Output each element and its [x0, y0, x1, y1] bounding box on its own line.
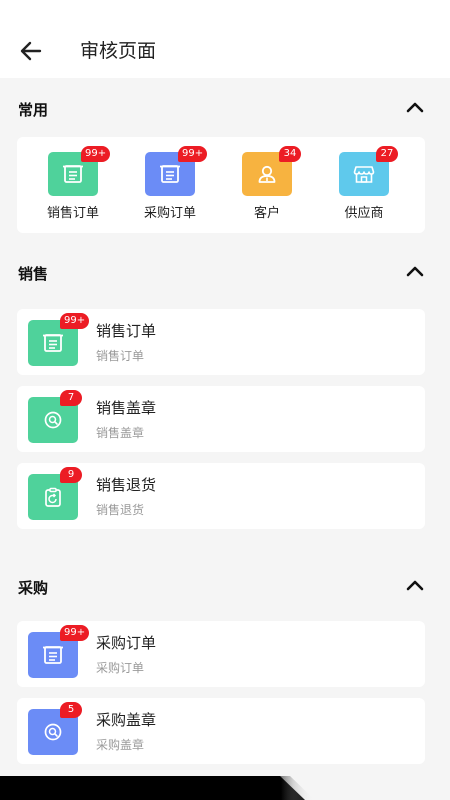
- chevron-up-icon[interactable]: [405, 264, 425, 278]
- badge-count: 99+: [60, 313, 90, 329]
- quick-item-label: 采购订单: [143, 206, 196, 221]
- section-title-common: 常用: [18, 101, 49, 119]
- back-arrow-icon[interactable]: [18, 38, 44, 64]
- quick-item-purchase-order[interactable]: 99+ 采购订单: [125, 137, 215, 233]
- badge-count: 7: [60, 390, 82, 406]
- list-item-sales-stamp[interactable]: 7 销售盖章 销售盖章: [17, 386, 425, 452]
- list-item-purchase-stamp[interactable]: 5 采购盖章 采购盖章: [17, 698, 425, 764]
- app-header: 审核页面: [0, 0, 450, 78]
- quick-item-label: 销售订单: [46, 206, 99, 221]
- quick-item-sales-order[interactable]: 99+ 销售订单: [28, 137, 118, 233]
- list-item-subtitle: 销售订单: [96, 349, 145, 363]
- badge-count: 5: [60, 702, 82, 718]
- page-title: 审核页面: [80, 40, 157, 62]
- common-quick-card: 99+ 销售订单 99+ 采购订单 34 客户 27 供应商: [17, 137, 425, 233]
- section-title-sales: 销售: [18, 265, 49, 283]
- list-item-title: 销售盖章: [96, 399, 157, 417]
- badge-count: 99+: [178, 146, 208, 162]
- list-item-subtitle: 销售退货: [96, 503, 145, 517]
- list-item-sales-order[interactable]: 99+ 销售订单 销售订单: [17, 309, 425, 375]
- list-item-sales-return[interactable]: 9 销售退货 销售退货: [17, 463, 425, 529]
- list-item-title: 采购订单: [96, 634, 157, 652]
- list-item-title: 销售退货: [96, 476, 157, 494]
- badge-count: 99+: [81, 146, 111, 162]
- list-item-title: 采购盖章: [96, 711, 157, 729]
- quick-item-supplier[interactable]: 27 供应商: [319, 137, 409, 233]
- badge-count: 99+: [60, 625, 90, 641]
- list-item-title: 销售订单: [96, 322, 157, 340]
- quick-item-label: 供应商: [344, 206, 384, 221]
- badge-count: 34: [279, 146, 301, 162]
- list-item-purchase-order[interactable]: 99+ 采购订单 采购订单: [17, 621, 425, 687]
- section-title-purchase: 采购: [18, 579, 49, 597]
- badge-count: 27: [376, 146, 398, 162]
- chevron-up-icon[interactable]: [405, 100, 425, 114]
- quick-item-customer[interactable]: 34 客户: [222, 137, 312, 233]
- badge-count: 9: [60, 467, 82, 483]
- list-item-subtitle: 采购盖章: [96, 738, 145, 752]
- list-item-subtitle: 采购订单: [96, 661, 145, 675]
- system-navigation-bar: [0, 776, 315, 800]
- quick-item-label: 客户: [253, 206, 280, 221]
- list-item-subtitle: 销售盖章: [96, 426, 145, 440]
- chevron-up-icon[interactable]: [405, 578, 425, 592]
